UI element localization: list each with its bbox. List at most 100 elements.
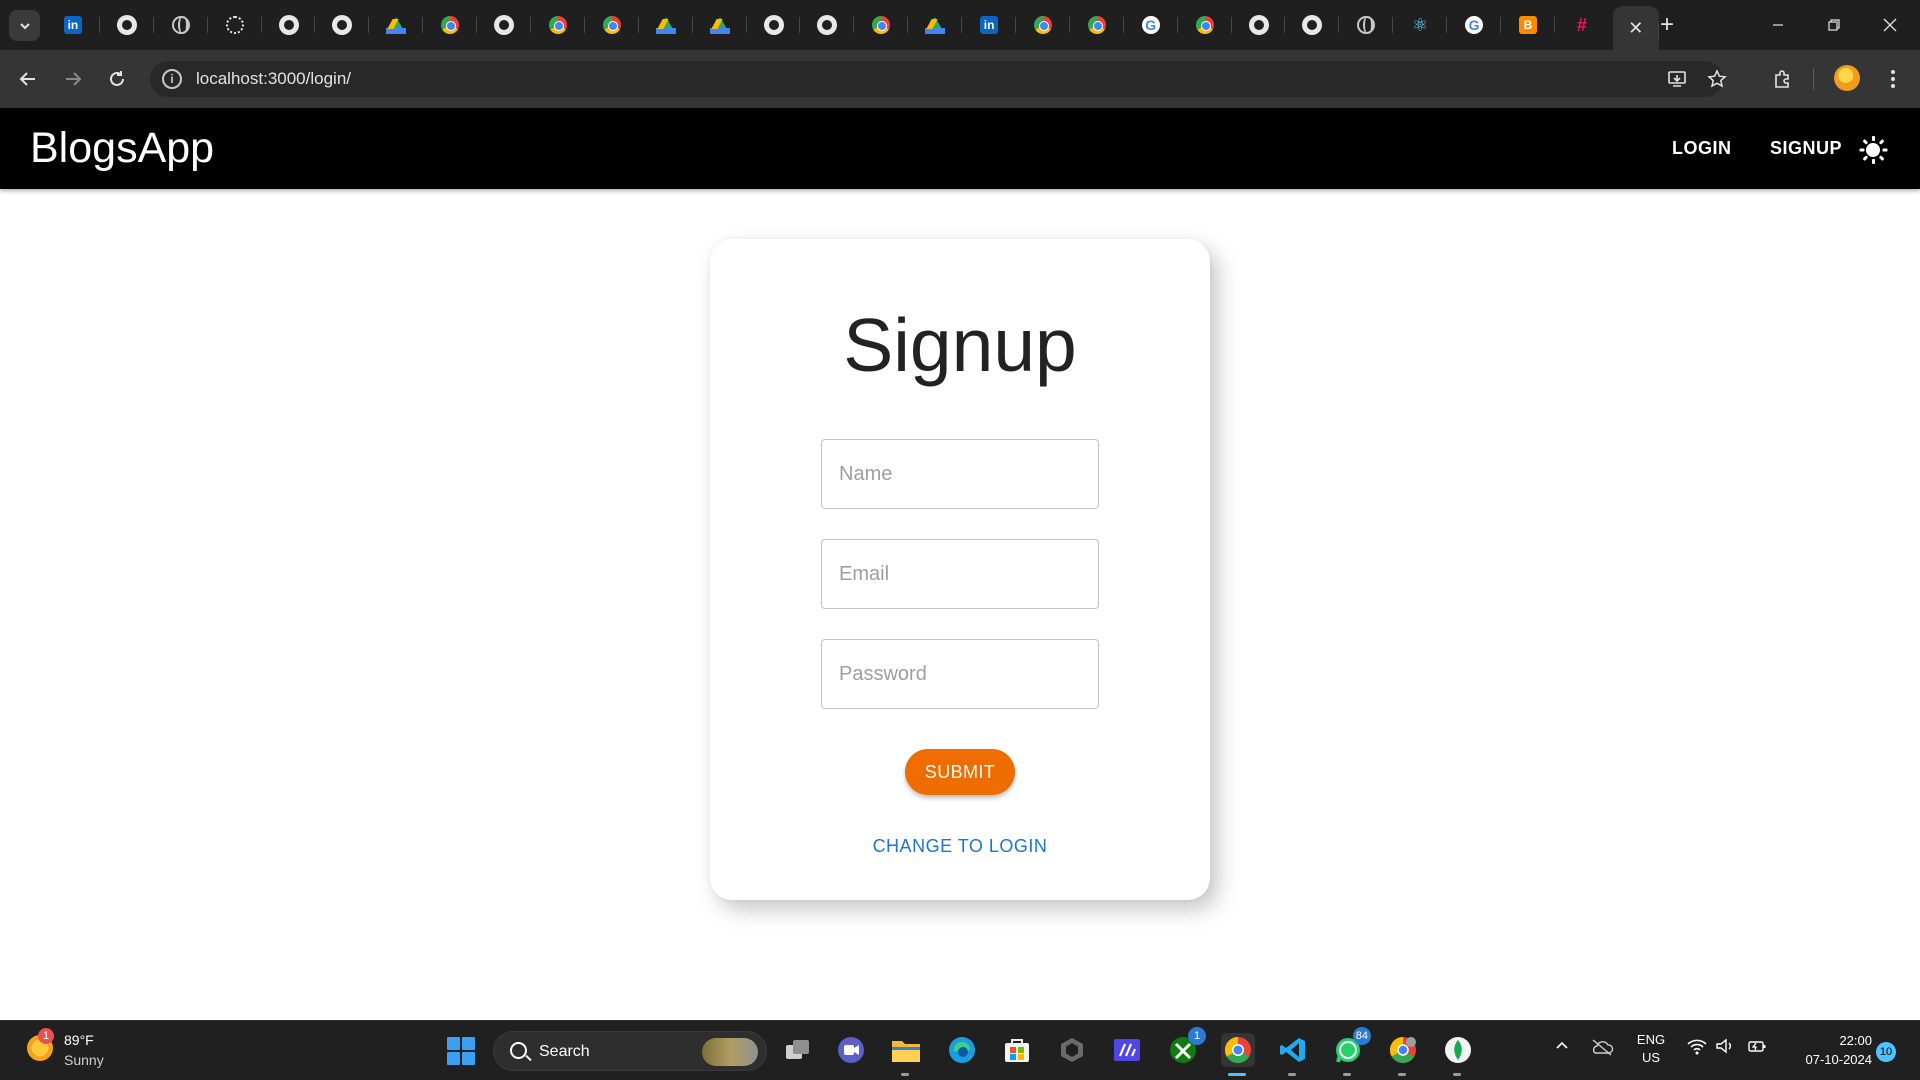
tab-search-button[interactable] (9, 10, 40, 41)
browser-tab[interactable] (800, 0, 855, 50)
github-icon (116, 15, 137, 35)
browser-tab[interactable]: in (962, 0, 1016, 50)
chrome-icon (1087, 16, 1106, 34)
chrome-icon (602, 16, 621, 34)
form-title: Signup (843, 303, 1077, 387)
browser-tab[interactable] (262, 0, 316, 50)
url-text[interactable]: localhost:3000/login/ (196, 61, 351, 97)
submit-button[interactable]: SUBMIT (905, 749, 1015, 795)
address-bar[interactable]: i localhost:3000/login/ (150, 61, 1727, 97)
google-icon: G (1141, 16, 1160, 34)
whatsapp-icon[interactable]: 84 (1331, 1027, 1371, 1076)
chrome-taskbar-icon[interactable] (1221, 1033, 1255, 1076)
google-drive-icon (386, 16, 407, 34)
close-icon[interactable]: ✕ (1626, 18, 1646, 38)
system-clock[interactable]: 22:00 07-10-2024 (1780, 1031, 1873, 1069)
browser-tab[interactable] (1339, 0, 1394, 50)
browser-tab[interactable] (423, 0, 478, 50)
chatgpt-icon (225, 16, 244, 34)
browser-tab[interactable] (693, 0, 747, 50)
language-indicator[interactable]: ENG US (1634, 1031, 1668, 1067)
reload-icon (110, 71, 124, 86)
install-app-icon[interactable] (1665, 67, 1689, 91)
restore-button[interactable] (1806, 0, 1862, 50)
windows-taskbar: 1 89°F Sunny Search 1 84 ENG US 22:00 07… (0, 1020, 1920, 1080)
browser-tab[interactable] (747, 0, 801, 50)
vscode-icon[interactable] (1276, 1033, 1310, 1076)
browser-tab[interactable] (908, 0, 963, 50)
onedrive-offline-icon[interactable] (1589, 1037, 1615, 1065)
github-icon (1248, 15, 1269, 35)
close-window-button[interactable] (1862, 0, 1918, 50)
browser-tab[interactable] (531, 0, 585, 50)
browser-tab[interactable]: # (1555, 0, 1609, 50)
github-icon (332, 15, 353, 35)
browser-tab[interactable] (854, 0, 909, 50)
browser-tab[interactable] (1070, 0, 1124, 50)
email-input[interactable] (821, 539, 1099, 609)
profile-avatar[interactable] (1834, 65, 1860, 91)
browser-tab[interactable]: ⚛ (1393, 0, 1448, 50)
forward-button[interactable] (56, 62, 90, 96)
xbox-icon[interactable]: 1 (1166, 1027, 1206, 1067)
browser-tab[interactable] (639, 0, 693, 50)
windows-start-icon[interactable] (447, 1037, 475, 1065)
change-to-login-link[interactable]: CHANGE TO LOGIN (710, 835, 1210, 857)
password-input[interactable] (821, 639, 1099, 709)
unity-icon[interactable] (1055, 1033, 1089, 1067)
nav-login-link[interactable]: LOGIN (1672, 136, 1732, 160)
browser-tab[interactable] (315, 0, 370, 50)
slack-icon: # (1576, 15, 1587, 35)
task-view-icon[interactable] (781, 1033, 815, 1067)
file-explorer-icon[interactable] (889, 1033, 923, 1076)
chrome-icon (548, 16, 567, 34)
taskbar-search[interactable]: Search (493, 1031, 767, 1071)
site-info-icon[interactable]: i (162, 69, 182, 89)
nav-signup-link[interactable]: SIGNUP (1770, 136, 1842, 160)
clock-time: 22:00 (1839, 1033, 1872, 1048)
browser-tab[interactable]: G (1124, 0, 1178, 50)
mongodb-compass-icon[interactable] (1441, 1033, 1475, 1076)
browser-tab[interactable] (100, 0, 154, 50)
browser-tab[interactable] (1285, 0, 1340, 50)
volume-icon[interactable] (1714, 1037, 1736, 1063)
notification-count-badge[interactable]: 10 (1876, 1042, 1896, 1062)
app-running-indicator (1453, 1073, 1461, 1076)
browser-tab[interactable] (154, 0, 208, 50)
linkedin-icon: in (980, 16, 999, 34)
app-running-indicator (1343, 1073, 1351, 1076)
app-active-indicator (1228, 1073, 1246, 1076)
code-editor-icon[interactable] (1110, 1033, 1144, 1067)
browser-tab[interactable]: B (1501, 0, 1555, 50)
browser-tab[interactable] (1178, 0, 1232, 50)
app-running-indicator (1398, 1073, 1406, 1076)
wifi-icon[interactable] (1686, 1037, 1708, 1063)
github-icon (278, 15, 299, 35)
battery-charging-icon[interactable] (1746, 1037, 1768, 1063)
minimize-button[interactable] (1750, 0, 1806, 50)
microsoft-store-icon[interactable] (1000, 1033, 1034, 1067)
browser-tab[interactable] (1016, 0, 1070, 50)
browser-tab[interactable]: G (1447, 0, 1501, 50)
kebab-menu-icon[interactable] (1876, 62, 1910, 96)
browser-tab[interactable] (208, 0, 262, 50)
extensions-icon[interactable] (1765, 62, 1799, 96)
theme-toggle-button[interactable] (1858, 135, 1888, 165)
browser-tab[interactable] (585, 0, 639, 50)
brand-title[interactable]: BlogsApp (30, 123, 214, 173)
bookmark-star-icon[interactable] (1705, 67, 1729, 91)
back-button[interactable] (11, 62, 45, 96)
browser-tab[interactable] (1232, 0, 1286, 50)
browser-tab[interactable] (369, 0, 424, 50)
teams-meet-icon[interactable] (834, 1033, 868, 1067)
name-input[interactable] (821, 439, 1099, 509)
chrome-icon (1033, 16, 1052, 34)
browser-tab[interactable] (477, 0, 531, 50)
browser-tab[interactable]: in (46, 0, 100, 50)
blogger-icon: B (1518, 16, 1537, 34)
chevron-up-icon[interactable] (1552, 1037, 1572, 1061)
reload-button[interactable] (100, 62, 134, 96)
edge-icon[interactable] (945, 1033, 979, 1067)
chrome-profile-icon[interactable] (1386, 1033, 1420, 1076)
new-tab-button[interactable]: + (1652, 10, 1682, 40)
